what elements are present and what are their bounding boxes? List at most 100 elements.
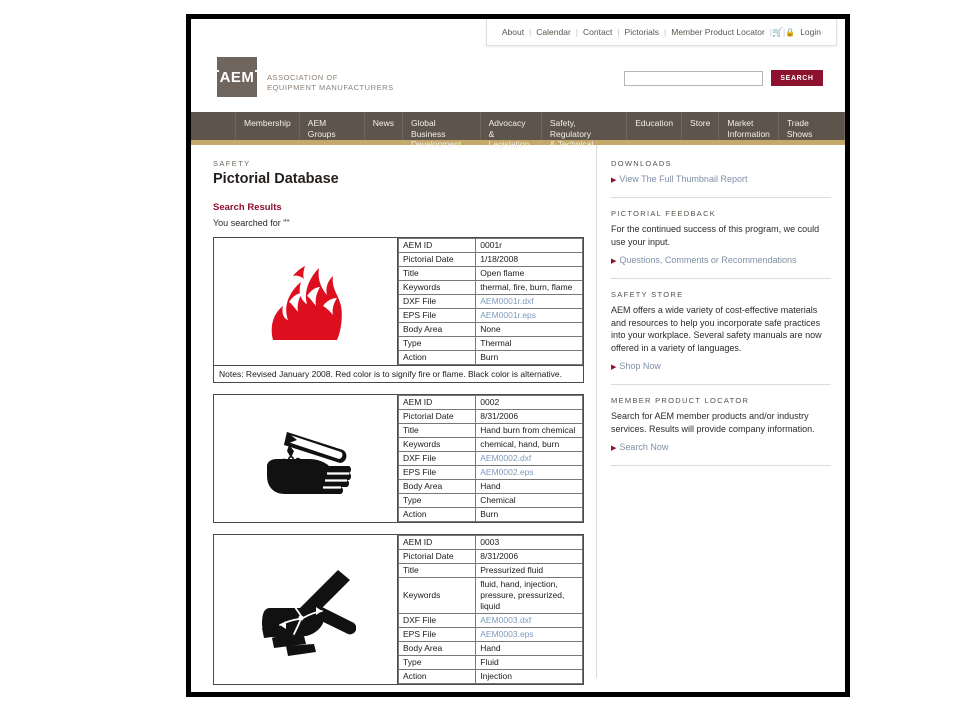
nav-item-trade-shows[interactable]: Trade Shows [779,112,845,140]
table-row: Type Fluid [397,655,583,670]
table-row: Type Thermal [397,336,583,351]
field-label-action: Action [397,350,477,365]
sidebar-link-questions-comments[interactable]: ▶ Questions, Comments or Recommendations [611,254,831,268]
dxf-file-link[interactable]: AEM0003.dxf [480,615,531,625]
site-header: About | Calendar | Contact | Pictorials | Member… [191,19,845,112]
utility-nav: About | Calendar | Contact | Pictorials | Member… [485,19,837,46]
dxf-file-link[interactable]: AEM0001r.dxf [480,296,533,306]
eps-file-link[interactable]: AEM0002.eps [480,467,533,477]
table-row: AEM ID 0002 [397,395,583,410]
sidebar-heading-safety-store: SAFETY STORE [611,290,684,299]
field-value-title: Hand burn from chemical [475,423,583,438]
aem-logo-mark: AEM [217,57,257,97]
table-row: Title Hand burn from chemical [397,423,583,438]
table-row: Body Area Hand [397,479,583,494]
field-label-keywords: Keywords [397,280,477,295]
sidebar-link-shop-now[interactable]: ▶ Shop Now [611,360,831,374]
site-logo[interactable]: AEM ASSOCIATION OF EQUIPMENT MANUFACTURE… [217,57,394,97]
right-sidebar: DOWNLOADS ▶ View The Full Thumbnail Repor… [597,145,845,678]
result-card: AEM ID 0001r Pictorial Date 1/18/2008 Ti… [213,237,584,383]
table-row: DXF File AEM0001r.dxf [397,294,583,309]
page-title: Pictorial Database [213,171,339,187]
table-row: Pictorial Date 8/31/2006 [397,409,583,424]
eps-file-link[interactable]: AEM0003.eps [480,629,533,639]
searched-for-text: You searched for "" [213,218,290,228]
sidebar-link-search-now[interactable]: ▶ Search Now [611,441,831,455]
sidebar-heading-downloads: DOWNLOADS [611,159,672,168]
search-results-heading: Search Results [213,202,282,213]
field-value-action: Injection [475,669,583,684]
nav-item-aem-groups[interactable]: AEM Groups [300,112,365,140]
field-label-pictorial-date: Pictorial Date [397,252,477,267]
table-row: Keywords fluid, hand, injection, pressur… [397,577,583,614]
field-label-type: Type [397,493,477,508]
table-row: Type Chemical [397,493,583,508]
field-label-dxf-file: DXF File [397,294,477,309]
pictorial-thumbnail[interactable] [214,238,398,365]
shopping-cart-icon[interactable]: 🛒 [772,19,783,45]
dxf-file-link[interactable]: AEM0002.dxf [480,453,531,463]
sidebar-link-view-full-thumbnail-report[interactable]: ▶ View The Full Thumbnail Report [611,173,831,187]
login-link[interactable]: Login [795,27,826,37]
field-label-keywords: Keywords [397,437,477,452]
nav-item-education[interactable]: Education [627,112,683,140]
main-content: SAFETY Pictorial Database Search Results… [191,145,597,685]
screenshot-frame: About | Calendar | Contact | Pictorials | Member… [186,14,850,697]
field-label-eps-file: EPS File [397,627,477,642]
nav-item-market-information[interactable]: Market Information [719,112,779,140]
field-label-title: Title [397,563,477,578]
field-label-keywords: Keywords [397,577,477,614]
nav-item-global-business-development[interactable]: Global Business Development [403,112,481,149]
sidebar-body-pictorial-feedback: For the continued success of this progra… [611,224,820,247]
pictorial-thumbnail[interactable] [214,395,398,522]
field-value-aem-id: 0001r [475,238,583,253]
nav-item-safety-regulatory-technical[interactable]: Safety, Regulatory & Technical [542,112,628,149]
logo-tagline-line1: ASSOCIATION OF [267,73,338,82]
sidebar-block-downloads: DOWNLOADS ▶ View The Full Thumbnail Repor… [611,159,831,198]
utility-link-calendar[interactable]: Calendar [531,27,576,37]
search-button[interactable]: SEARCH [771,70,823,86]
table-row: Pictorial Date 8/31/2006 [397,549,583,564]
table-row: EPS File AEM0002.eps [397,465,583,480]
pictorial-thumbnail[interactable] [214,535,398,684]
table-row: EPS File AEM0003.eps [397,627,583,642]
table-row: Action Burn [397,507,583,522]
field-label-type: Type [397,655,477,670]
field-value-action: Burn [475,350,583,365]
nav-item-store[interactable]: Store [682,112,720,140]
field-label-pictorial-date: Pictorial Date [397,549,477,564]
sidebar-link-label: Shop Now [619,361,661,371]
sidebar-block-member-product-locator: MEMBER PRODUCT LOCATOR Search for AEM me… [611,396,831,466]
table-row: DXF File AEM0003.dxf [397,613,583,628]
lock-icon: 🔒 [785,28,796,37]
table-row: EPS File AEM0001r.eps [397,308,583,323]
pressurized-fluid-injection-icon [261,569,356,656]
utility-link-contact[interactable]: Contact [578,27,617,37]
pictorial-spec-table: AEM ID 0001r Pictorial Date 1/18/2008 Ti… [397,238,583,365]
field-value-type: Thermal [475,336,583,351]
sidebar-link-label: Search Now [619,442,669,452]
table-row: Body Area None [397,322,583,337]
utility-link-about[interactable]: About [497,27,529,37]
field-value-title: Open flame [475,266,583,281]
nav-item-membership[interactable]: Membership [235,112,300,140]
nav-item-advocacy-legislation[interactable]: Advocacy & Legislation [481,112,542,149]
utility-link-pictorials[interactable]: Pictorials [620,27,664,37]
utility-link-member-product-locator[interactable]: Member Product Locator [666,27,770,37]
result-card: AEM ID 0002 Pictorial Date 8/31/2006 Tit… [213,394,584,523]
aem-logo-letters: AEM [218,68,256,86]
arrow-right-icon: ▶ [611,177,617,184]
table-row: Pictorial Date 1/18/2008 [397,252,583,267]
logo-tagline: ASSOCIATION OF EQUIPMENT MANUFACTURERS [267,73,394,93]
field-value-pictorial-date: 8/31/2006 [475,409,583,424]
table-row: Keywords chemical, hand, burn [397,437,583,452]
field-label-aem-id: AEM ID [397,238,477,253]
field-value-type: Fluid [475,655,583,670]
hand-chemical-burn-icon [266,431,351,494]
sidebar-link-label: Questions, Comments or Recommendations [619,255,797,265]
nav-item-news[interactable]: News [365,112,404,140]
field-label-aem-id: AEM ID [397,395,477,410]
eps-file-link[interactable]: AEM0001r.eps [480,310,536,320]
search-input[interactable] [624,70,763,86]
sidebar-heading-pictorial-feedback: PICTORIAL FEEDBACK [611,209,717,218]
